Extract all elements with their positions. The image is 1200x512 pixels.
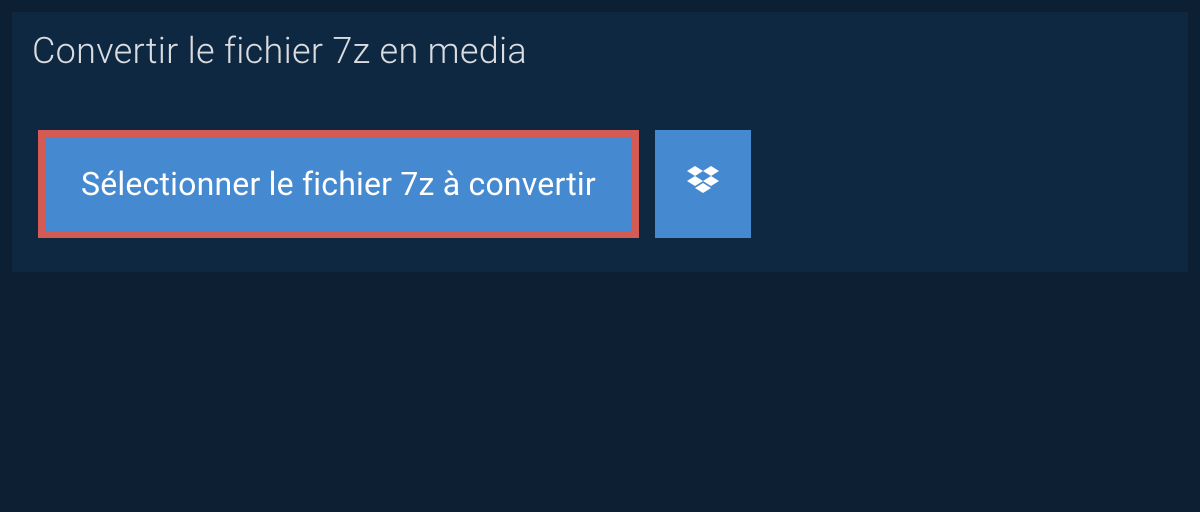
- tab-title: Convertir le fichier 7z en media: [32, 30, 527, 72]
- dropbox-icon: [683, 162, 723, 206]
- tab-convert[interactable]: Convertir le fichier 7z en media: [12, 12, 555, 94]
- select-file-label: Sélectionner le fichier 7z à convertir: [81, 165, 596, 203]
- dropbox-button[interactable]: [655, 130, 751, 238]
- select-file-button[interactable]: Sélectionner le fichier 7z à convertir: [38, 130, 639, 238]
- converter-panel: Convertir le fichier 7z en media Sélecti…: [12, 12, 1188, 272]
- button-row: Sélectionner le fichier 7z à convertir: [12, 94, 1188, 238]
